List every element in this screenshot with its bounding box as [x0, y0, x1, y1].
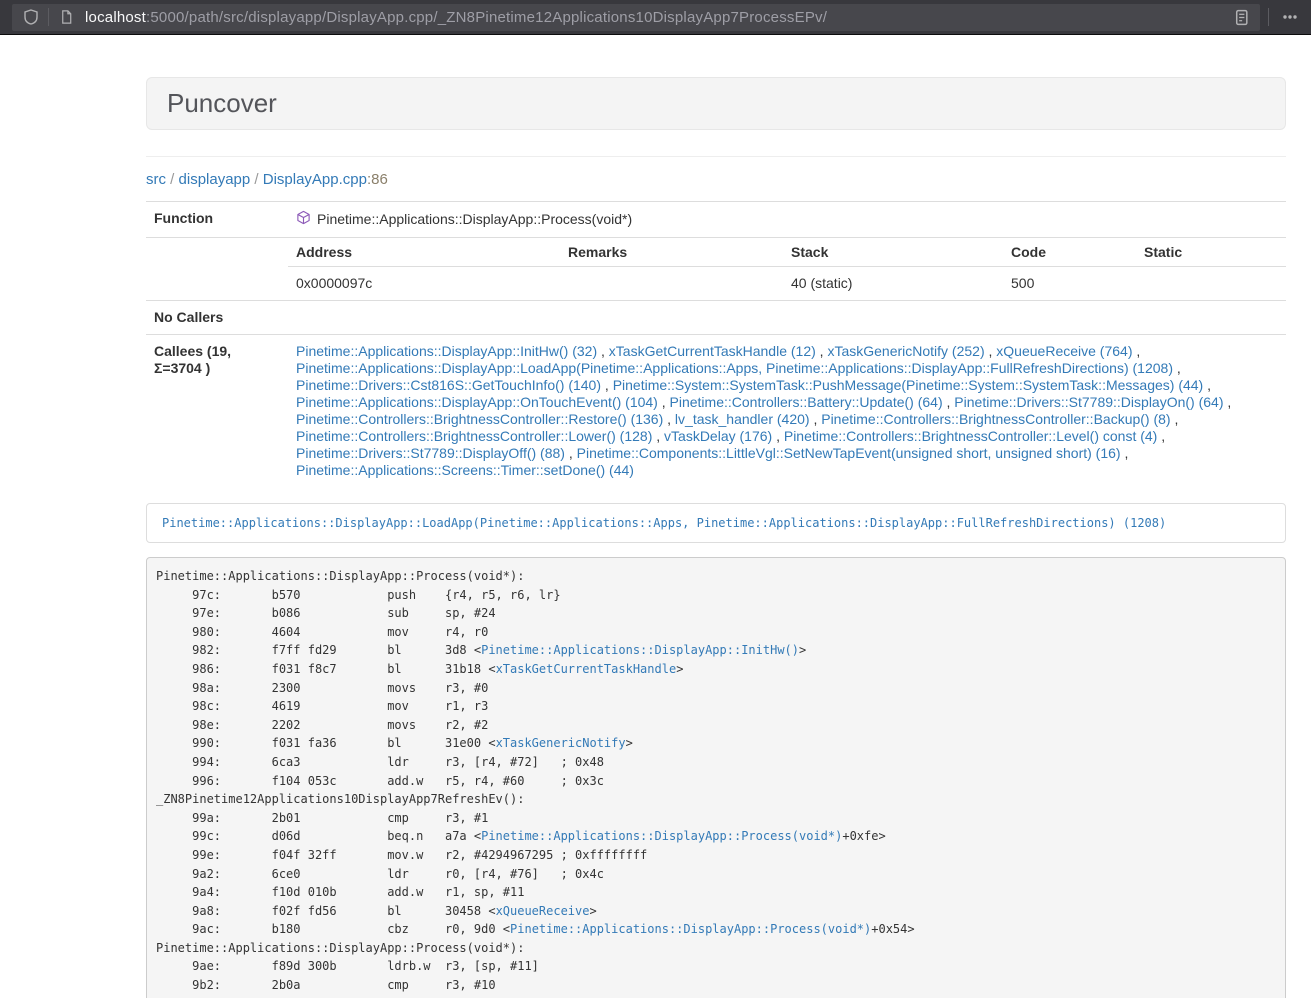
page-info-icon[interactable] [53, 4, 79, 30]
column-address: Address [288, 238, 560, 267]
column-static: Static [1136, 238, 1286, 267]
highlighted-callee-panel: Pinetime::Applications::DisplayApp::Load… [146, 503, 1286, 543]
column-remarks: Remarks [560, 238, 783, 267]
table-row: 0x0000097c 40 (static) 500 [288, 267, 1286, 301]
toolbar-divider [1268, 8, 1269, 26]
url-text[interactable]: localhost:5000/path/src/displayapp/Displ… [85, 9, 1228, 26]
code-symbol-link[interactable]: xTaskGenericNotify [496, 736, 626, 750]
callee-link[interactable]: Pinetime::System::SystemTask::PushMessag… [613, 377, 1204, 393]
code-symbol-link[interactable]: Pinetime::Applications::DisplayApp::Init… [481, 643, 799, 657]
cell-address: 0x0000097c [288, 267, 560, 301]
menu-icon[interactable] [1277, 4, 1303, 30]
url-path: :5000/path/src/displayapp/DisplayApp.cpp… [146, 9, 827, 26]
function-name: Pinetime::Applications::DisplayApp::Proc… [317, 211, 632, 228]
callees-list: Pinetime::Applications::DisplayApp::Init… [288, 335, 1286, 488]
stats-table: Address Remarks Stack Code Static 0x0000… [288, 238, 1286, 300]
cell-remarks [560, 267, 783, 301]
breadcrumb-separator: / [166, 171, 179, 188]
function-table: Function Pinetime::Applications::Display… [146, 201, 1286, 487]
code-symbol-link[interactable]: xTaskGetCurrentTaskHandle [496, 662, 677, 676]
page-container: Puncover src / displayapp / DisplayApp.c… [146, 77, 1286, 998]
cell-stack: 40 (static) [783, 267, 1003, 301]
function-label: Function [146, 202, 288, 238]
callee-link[interactable]: Pinetime::Applications::Screens::Timer::… [296, 462, 634, 478]
breadcrumb: src / displayapp / DisplayApp.cpp:86 [146, 171, 1286, 188]
header-divider [146, 156, 1286, 157]
callee-link[interactable]: Pinetime::Applications::DisplayApp::Init… [296, 343, 597, 359]
callee-link[interactable]: Pinetime::Drivers::St7789::DisplayOn() (… [954, 394, 1223, 410]
reader-mode-icon[interactable] [1228, 4, 1254, 30]
column-code: Code [1003, 238, 1136, 267]
method-cube-icon [296, 210, 311, 229]
callee-link[interactable]: vTaskDelay (176) [664, 428, 772, 444]
callees-label: Callees (19, Σ=3704 ) [146, 335, 288, 488]
no-callers-label: No Callers [146, 301, 288, 335]
no-callers-row: No Callers [146, 301, 1286, 335]
callee-link[interactable]: Pinetime::Controllers::BrightnessControl… [784, 428, 1157, 444]
page-header: Puncover [146, 77, 1286, 130]
callee-link[interactable]: xTaskGetCurrentTaskHandle (12) [609, 343, 816, 359]
breadcrumb-separator: / [250, 171, 263, 188]
cell-static [1136, 267, 1286, 301]
callee-link[interactable]: lv_task_handler (420) [675, 411, 810, 427]
breadcrumb-link[interactable]: displayapp [179, 171, 251, 188]
callee-link[interactable]: Pinetime::Controllers::BrightnessControl… [296, 411, 663, 427]
cell-code: 500 [1003, 267, 1136, 301]
callee-link[interactable]: Pinetime::Drivers::Cst816S::GetTouchInfo… [296, 377, 601, 393]
callee-link[interactable]: Pinetime::Components::LittleVgl::SetNewT… [577, 445, 1121, 461]
callee-link[interactable]: Pinetime::Controllers::BrightnessControl… [821, 411, 1170, 427]
disassembly-code: Pinetime::Applications::DisplayApp::Proc… [146, 557, 1286, 998]
highlighted-callee-link[interactable]: Pinetime::Applications::DisplayApp::Load… [162, 516, 1166, 530]
callee-link[interactable]: Pinetime::Applications::DisplayApp::Load… [296, 360, 1173, 376]
url-host: localhost [85, 9, 146, 26]
breadcrumb-line-number: :86 [367, 171, 388, 188]
code-symbol-link[interactable]: Pinetime::Applications::DisplayApp::Proc… [510, 922, 871, 936]
callees-row: Callees (19, Σ=3704 ) Pinetime::Applicat… [146, 335, 1286, 488]
callee-link[interactable]: Pinetime::Applications::DisplayApp::OnTo… [296, 394, 658, 410]
column-stack: Stack [783, 238, 1003, 267]
code-symbol-link[interactable]: Pinetime::Applications::DisplayApp::Proc… [481, 829, 842, 843]
callee-link[interactable]: Pinetime::Controllers::BrightnessControl… [296, 428, 652, 444]
callee-link[interactable]: Pinetime::Drivers::St7789::DisplayOff() … [296, 445, 565, 461]
callee-link[interactable]: xQueueReceive (764) [996, 343, 1132, 359]
callee-link[interactable]: Pinetime::Controllers::Battery::Update()… [670, 394, 943, 410]
shield-icon[interactable] [18, 4, 44, 30]
url-bar[interactable]: localhost:5000/path/src/displayapp/Displ… [12, 4, 1260, 31]
callee-link[interactable]: xTaskGenericNotify (252) [827, 343, 984, 359]
page-title: Puncover [167, 88, 277, 119]
stats-row: Address Remarks Stack Code Static 0x0000… [146, 238, 1286, 301]
breadcrumb-link[interactable]: src [146, 171, 166, 188]
urlbar-divider [48, 8, 49, 26]
browser-toolbar: localhost:5000/path/src/displayapp/Displ… [0, 0, 1311, 35]
breadcrumb-link[interactable]: DisplayApp.cpp [263, 171, 367, 188]
code-symbol-link[interactable]: xQueueReceive [496, 904, 590, 918]
function-row: Function Pinetime::Applications::Display… [146, 202, 1286, 238]
